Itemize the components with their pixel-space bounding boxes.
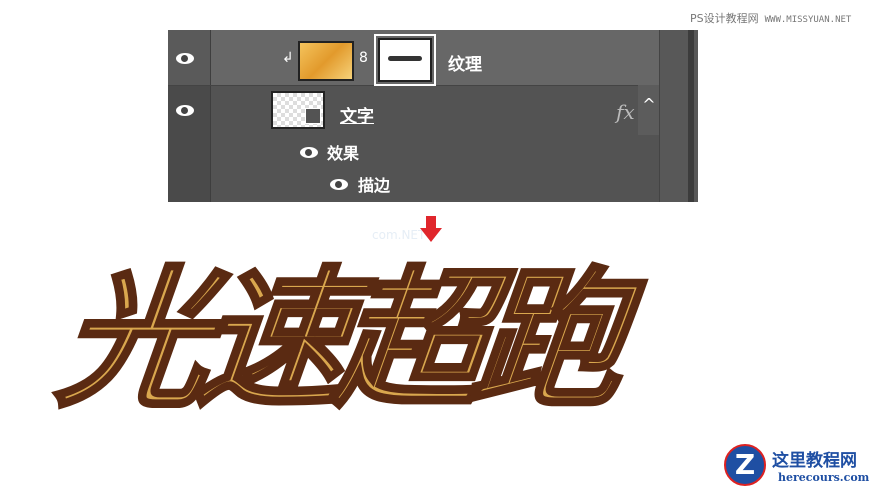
eye-icon[interactable]	[176, 53, 194, 64]
eye-icon[interactable]	[176, 105, 194, 116]
smart-object-icon	[305, 108, 321, 124]
layer-name[interactable]: 文字	[340, 102, 374, 127]
logo-url: herecours.com	[778, 471, 870, 484]
clip-arrow-icon: ↲	[282, 50, 294, 66]
site-watermark: PS设计教程网 WWW.MISSYUAN.NET	[690, 12, 852, 25]
link-icon[interactable]: 8	[359, 50, 368, 66]
scrollbar[interactable]	[659, 30, 698, 202]
logo-name: 这里教程网	[772, 451, 857, 471]
logo-z-icon: Z	[724, 444, 766, 486]
site-logo: Z 这里教程网 herecours.com	[724, 444, 869, 486]
fx-icon[interactable]: fx	[616, 100, 635, 124]
artwork-title: 光速超跑	[49, 250, 624, 430]
layer-name: 纹理	[448, 55, 482, 75]
effects-label[interactable]: 效果	[327, 140, 359, 164]
mask-thumbnail[interactable]	[374, 34, 436, 86]
effect-stroke[interactable]: 描边	[358, 172, 390, 196]
layers-panel: ↲ 8 纹理 文字 fx ^ 效果 描边	[168, 30, 698, 202]
layer-thumbnail	[298, 41, 354, 81]
eye-icon[interactable]	[300, 147, 318, 158]
eye-icon[interactable]	[330, 179, 348, 190]
chevron-up-icon[interactable]: ^	[638, 85, 660, 135]
layer-row-texture[interactable]: ↲ 8 纹理	[168, 30, 660, 86]
down-arrow-icon	[420, 216, 442, 242]
